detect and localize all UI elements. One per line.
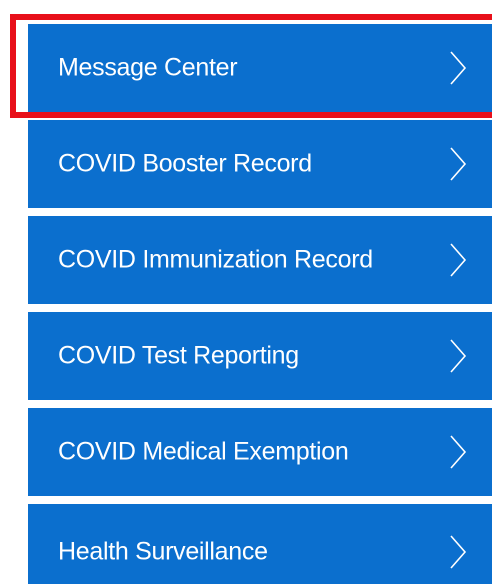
menu-item-label: COVID Immunization Record [58, 245, 373, 274]
menu-item-label: COVID Medical Exemption [58, 437, 349, 466]
menu-item-message-center[interactable]: Message Center [28, 24, 492, 112]
chevron-right-icon [450, 435, 467, 469]
menu-item-covid-medical-exemption[interactable]: COVID Medical Exemption [28, 408, 492, 496]
chevron-right-icon [450, 147, 467, 181]
menu-item-label: COVID Booster Record [58, 149, 312, 178]
chevron-right-icon [450, 339, 467, 373]
chevron-right-icon [450, 51, 467, 85]
menu-item-health-surveillance[interactable]: Health Surveillance [28, 504, 492, 584]
menu-list: Message Center COVID Booster Record COVI… [0, 0, 492, 584]
menu-item-label: Message Center [58, 53, 238, 82]
menu-item-label: COVID Test Reporting [58, 341, 299, 370]
chevron-right-icon [450, 535, 467, 569]
menu-item-covid-test-reporting[interactable]: COVID Test Reporting [28, 312, 492, 400]
menu-item-label: Health Surveillance [58, 537, 268, 566]
menu-item-covid-immunization-record[interactable]: COVID Immunization Record [28, 216, 492, 304]
chevron-right-icon [450, 243, 467, 277]
menu-item-covid-booster-record[interactable]: COVID Booster Record [28, 120, 492, 208]
